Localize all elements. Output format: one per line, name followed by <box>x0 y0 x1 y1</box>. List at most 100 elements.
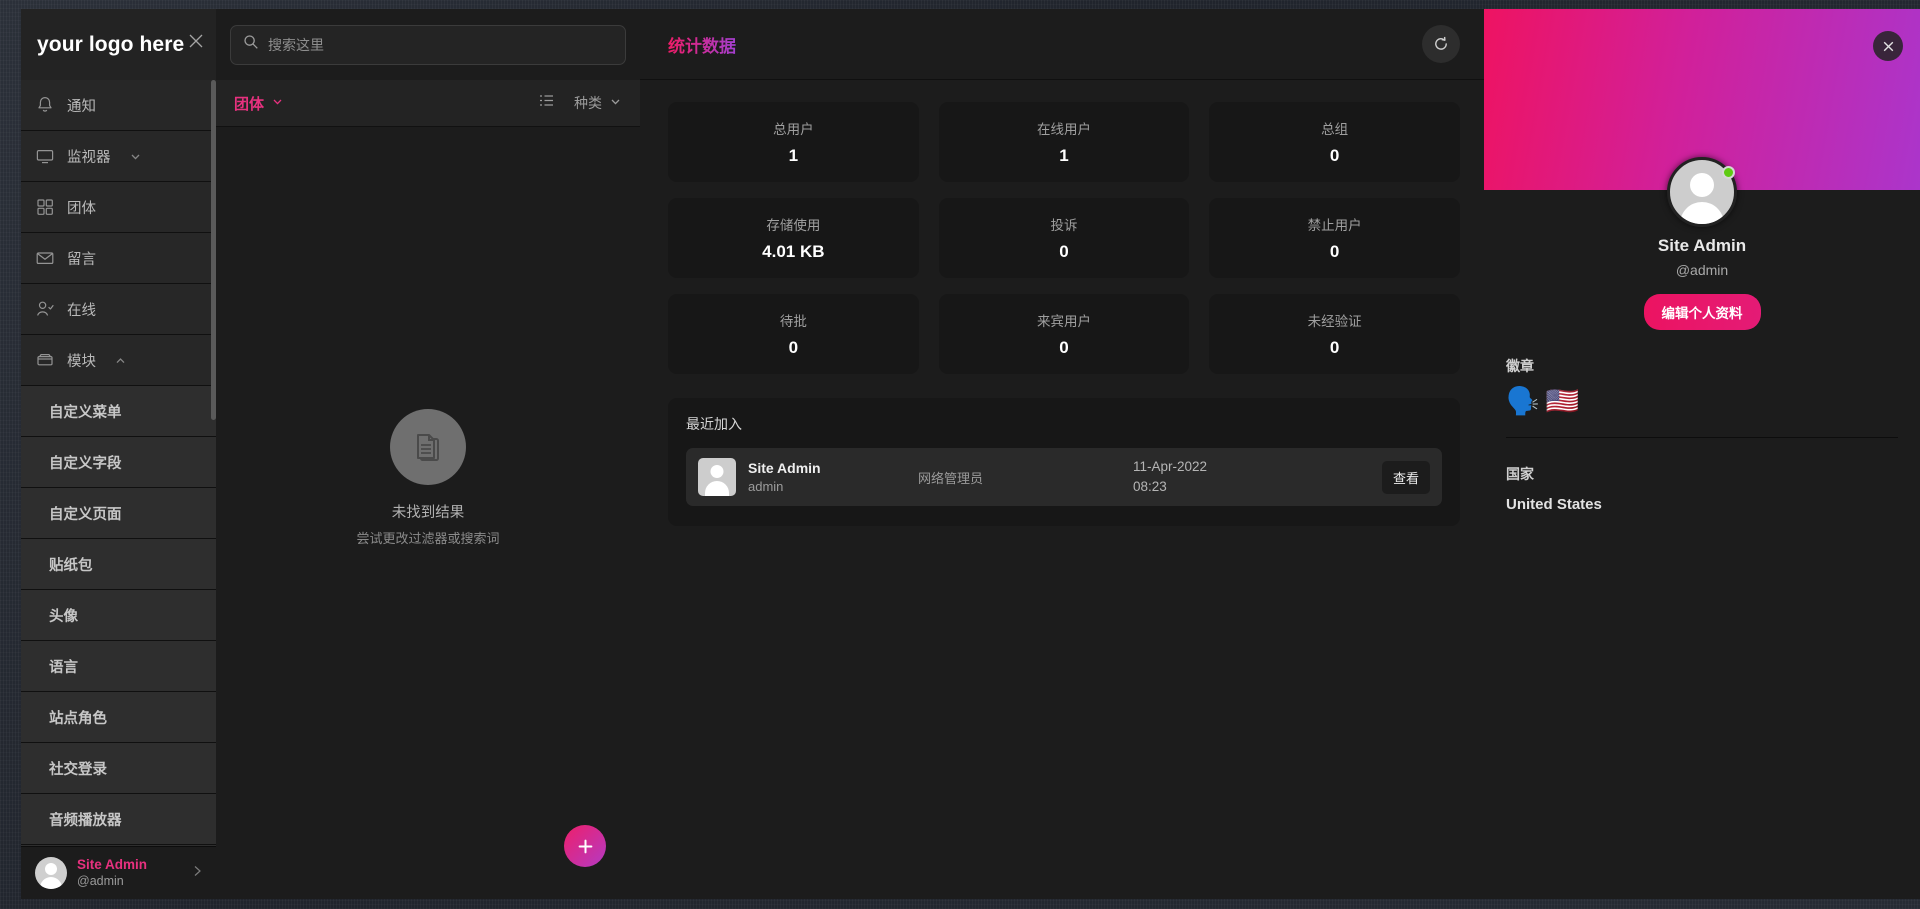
sidebar-item-11[interactable]: 语言 <box>21 641 216 692</box>
sidebar: your logo here 通知监视器团体留言在线模块自定义菜单自定义字段自定… <box>21 9 216 899</box>
sidebar-item-label: 团体 <box>67 197 96 218</box>
search-box[interactable] <box>230 25 626 65</box>
kind-label: 种类 <box>574 93 602 113</box>
stat-label: 在线用户 <box>1037 118 1091 138</box>
filter-row: 团体 种类 <box>216 80 640 127</box>
stat-card[interactable]: 存储使用 4.01 KB <box>668 198 919 278</box>
sidebar-item-label: 监视器 <box>67 146 111 167</box>
sidebar-item-1[interactable]: 监视器 <box>21 131 216 182</box>
sidebar-item-12[interactable]: 站点角色 <box>21 692 216 743</box>
monitor-icon <box>35 146 55 166</box>
sidebar-item-5[interactable]: 模块 <box>21 335 216 386</box>
list-icon[interactable] <box>537 91 556 115</box>
recent-joined-row[interactable]: Site Adminadmin网络管理员11-Apr-202208:23查看 <box>686 448 1442 506</box>
list-body: 未找到结果 尝试更改过滤器或搜索词 <box>216 127 640 899</box>
stat-card[interactable]: 总用户1 <box>668 102 919 182</box>
main-panel: 统计数据 总用户1在线用户1总组0存储使用4.01 KB投诉0禁止用户0待批0来… <box>640 9 1484 899</box>
envelope-icon <box>35 248 55 268</box>
recent-row-role: 网络管理员 <box>918 468 1133 487</box>
sidebar-item-8[interactable]: 自定义页面 <box>21 488 216 539</box>
page-title: 统计数据 <box>668 32 736 57</box>
online-status-dot <box>1722 166 1735 179</box>
edit-profile-button[interactable]: 编辑个人资料 <box>1644 294 1761 330</box>
chevron-down-icon <box>609 95 622 111</box>
profile-handle: @admin <box>1484 262 1920 278</box>
profile-name: Site Admin <box>1484 236 1920 256</box>
app-logo: your logo here <box>37 33 184 57</box>
stat-label: 待批 <box>780 310 807 330</box>
sidebar-item-label: 头像 <box>49 605 78 626</box>
sidebar-item-4[interactable]: 在线 <box>21 284 216 335</box>
box-icon <box>35 350 55 370</box>
stat-label: 投诉 <box>1050 214 1077 234</box>
sidebar-item-6[interactable]: 自定义菜单 <box>21 386 216 437</box>
sidebar-scroll-area: 通知监视器团体留言在线模块自定义菜单自定义字段自定义页面贴纸包头像语言站点角色社… <box>21 80 216 846</box>
stat-card[interactable]: 总组0 <box>1209 102 1460 182</box>
stat-card[interactable]: 来宾用户 0 <box>939 294 1190 374</box>
sidebar-close-icon[interactable] <box>186 31 206 51</box>
stat-card[interactable]: 投诉0 <box>939 198 1190 278</box>
stat-label: 总组 <box>1321 118 1348 138</box>
badge-icon-1[interactable]: 🇺🇸 <box>1546 388 1580 415</box>
empty-state-subtitle: 尝试更改过滤器或搜索词 <box>356 528 499 547</box>
recent-row-name: Site Admin <box>748 459 918 478</box>
stat-card[interactable]: 未经验证 0 <box>1209 294 1460 374</box>
stat-label: 来宾用户 <box>1037 310 1091 330</box>
sidebar-item-0[interactable]: 通知 <box>21 80 216 131</box>
profile-close-button[interactable] <box>1873 31 1903 61</box>
chevron-down-icon <box>271 95 284 112</box>
country-title: 国家 <box>1506 464 1898 484</box>
sidebar-item-10[interactable]: 头像 <box>21 590 216 641</box>
sidebar-item-label: 音频播放器 <box>49 809 122 830</box>
list-panel: 团体 种类 <box>216 9 640 899</box>
avatar-icon <box>698 458 736 496</box>
stat-value: 0 <box>1059 338 1068 358</box>
chevron-down-icon <box>129 150 142 163</box>
sidebar-item-14[interactable]: 音频播放器 <box>21 794 216 845</box>
sidebar-item-label: 自定义菜单 <box>49 401 122 422</box>
add-button[interactable] <box>564 825 606 867</box>
sidebar-item-7[interactable]: 自定义字段 <box>21 437 216 488</box>
stat-card[interactable]: 禁止用户0 <box>1209 198 1460 278</box>
stat-label: 存储使用 <box>766 214 820 234</box>
refresh-button[interactable] <box>1422 25 1460 63</box>
sidebar-item-label: 自定义页面 <box>49 503 122 524</box>
stat-label: 总用户 <box>773 118 814 138</box>
sidebar-scrollbar-thumb[interactable] <box>211 80 216 420</box>
sidebar-item-label: 自定义字段 <box>49 452 122 473</box>
stat-value: 0 <box>1330 338 1339 358</box>
search-icon <box>243 34 259 55</box>
sidebar-item-label: 社交登录 <box>49 758 107 779</box>
badge-icon-0[interactable]: 🗣️ <box>1506 388 1540 415</box>
kind-dropdown[interactable]: 种类 <box>574 93 622 113</box>
sidebar-user-name: Site Admin <box>77 857 147 874</box>
recent-joined-card: 最近加入 Site Adminadmin网络管理员11-Apr-202208:2… <box>668 398 1460 526</box>
view-button[interactable]: 查看 <box>1382 461 1430 494</box>
badges-list: 🗣️🇺🇸 <box>1506 388 1898 415</box>
plus-icon <box>577 838 594 855</box>
search-input[interactable] <box>268 37 613 53</box>
stat-label: 未经验证 <box>1308 310 1362 330</box>
sidebar-item-3[interactable]: 留言 <box>21 233 216 284</box>
profile-panel: Site Admin @admin 编辑个人资料 徽章 🗣️🇺🇸 国家 Unit… <box>1484 9 1920 899</box>
search-row <box>216 9 640 80</box>
stat-card[interactable]: 待批0 <box>668 294 919 374</box>
recent-row-handle: admin <box>748 478 918 496</box>
sidebar-item-2[interactable]: 团体 <box>21 182 216 233</box>
stat-card[interactable]: 在线用户1 <box>939 102 1190 182</box>
app-root: your logo here 通知监视器团体留言在线模块自定义菜单自定义字段自定… <box>0 0 1920 909</box>
filter-type-label: 团体 <box>234 93 264 114</box>
stat-value: 4.01 KB <box>762 242 824 262</box>
sidebar-item-label: 通知 <box>67 95 96 116</box>
chevron-up-icon <box>114 354 127 367</box>
sidebar-item-9[interactable]: 贴纸包 <box>21 539 216 590</box>
sidebar-user-avatar <box>35 857 67 889</box>
sidebar-item-13[interactable]: 社交登录 <box>21 743 216 794</box>
user-check-icon <box>35 299 55 319</box>
chevron-right-icon <box>190 864 204 883</box>
sidebar-user-card[interactable]: Site Admin @admin <box>21 846 216 899</box>
sidebar-item-label: 站点角色 <box>49 707 107 728</box>
bell-icon <box>35 95 55 115</box>
filter-type-dropdown[interactable]: 团体 <box>234 93 284 114</box>
sidebar-logo-row: your logo here <box>21 9 216 80</box>
